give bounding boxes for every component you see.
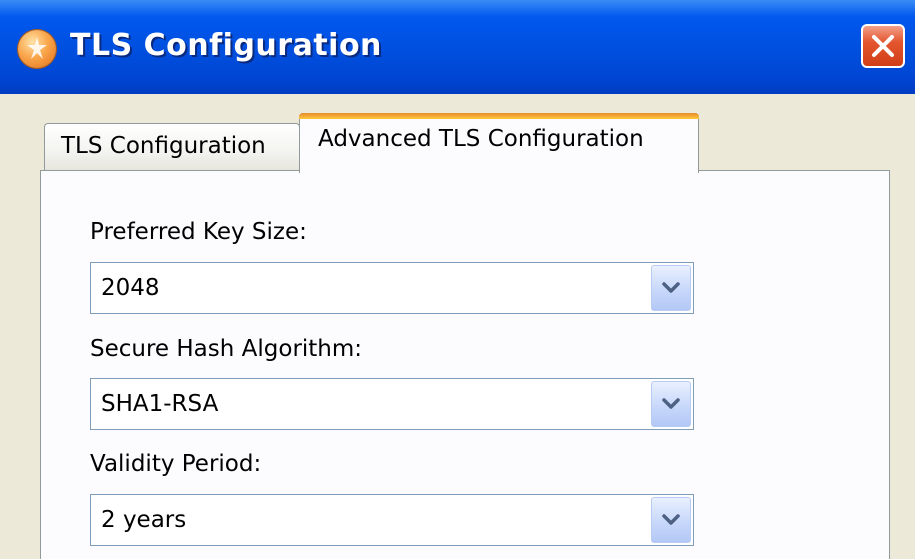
tab-tls-configuration[interactable]: TLS Configuration	[44, 123, 300, 171]
window-title: TLS Configuration	[70, 28, 382, 63]
chevron-down-icon	[662, 514, 680, 525]
hash-algorithm-dropdown-button[interactable]	[651, 381, 691, 427]
title-bar[interactable]: TLS Configuration	[0, 0, 915, 94]
chevron-down-icon	[662, 398, 680, 409]
tab-label: TLS Configuration	[61, 133, 266, 159]
tab-label: Advanced TLS Configuration	[318, 126, 644, 152]
hash-algorithm-label: Secure Hash Algorithm:	[90, 336, 363, 362]
tab-advanced-tls-configuration[interactable]: Advanced TLS Configuration	[299, 113, 699, 173]
close-button[interactable]	[861, 24, 905, 68]
key-size-label: Preferred Key Size:	[90, 219, 307, 245]
key-size-value: 2048	[101, 275, 160, 301]
dialog-window: TLS Configuration TLS Configuration Adva…	[0, 0, 915, 559]
hash-algorithm-value: SHA1-RSA	[101, 391, 219, 417]
hash-algorithm-select[interactable]: SHA1-RSA	[90, 378, 694, 430]
chevron-down-icon	[662, 282, 680, 293]
validity-period-dropdown-button[interactable]	[651, 497, 691, 543]
validity-period-select[interactable]: 2 years	[90, 494, 694, 546]
validity-period-label: Validity Period:	[90, 451, 262, 477]
app-logo-icon	[18, 30, 56, 68]
close-icon	[872, 35, 894, 57]
key-size-dropdown-button[interactable]	[651, 265, 691, 311]
active-tab-highlight	[299, 113, 699, 119]
validity-period-value: 2 years	[101, 507, 187, 533]
key-size-select[interactable]: 2048	[90, 262, 694, 314]
